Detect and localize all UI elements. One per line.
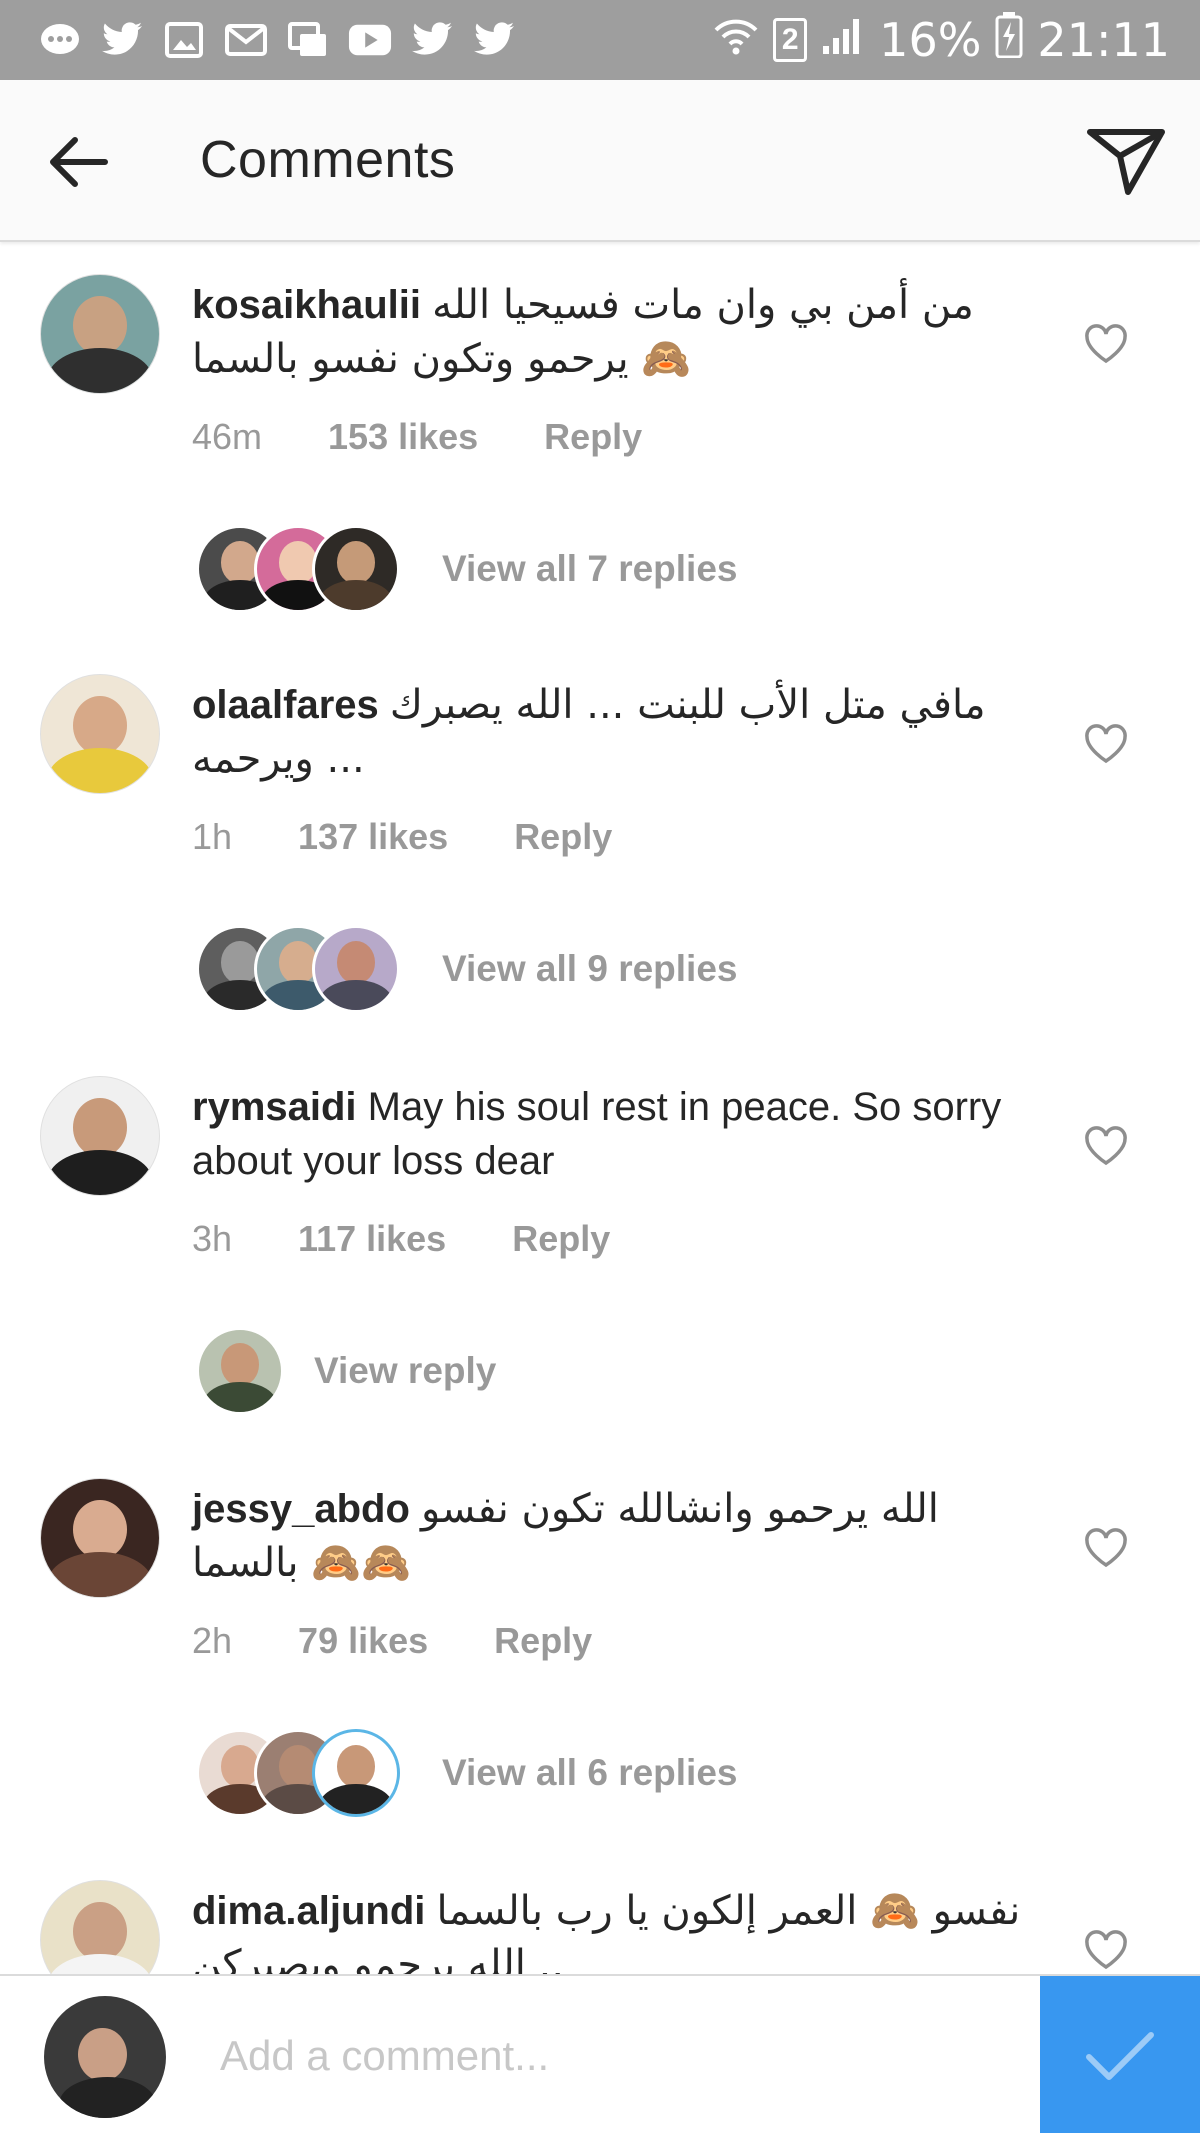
system-status: 2 16% 21:11 (713, 10, 1170, 70)
avatar[interactable] (40, 1880, 160, 1974)
twitter-icon (100, 20, 144, 60)
comment-time: 2h (192, 1620, 233, 1661)
view-replies-row[interactable]: View all 7 replies (196, 524, 738, 614)
battery-charging-icon (995, 11, 1023, 69)
comment-username[interactable]: olaalfares (192, 683, 379, 727)
view-replies-link[interactable]: View all 6 replies (442, 1752, 738, 1794)
comment-likes[interactable]: 117 likes (298, 1218, 446, 1260)
messenger-icon (38, 20, 82, 60)
share-button[interactable] (1084, 120, 1168, 204)
comment-time: 1h (192, 816, 233, 857)
view-replies-link[interactable]: View all 9 replies (442, 948, 738, 990)
avatar[interactable] (40, 674, 160, 794)
view-replies-row[interactable]: View all 9 replies (196, 924, 738, 1014)
comment-text: jessy_abdo الله يرحمو وانشالله تكون نفسو… (192, 1482, 1042, 1590)
notification-icons (38, 16, 516, 64)
comment-username[interactable]: rymsaidi (192, 1085, 357, 1129)
comment-meta: 3h 117 likes Reply (192, 1218, 610, 1260)
battery-percentage: 16% (879, 13, 982, 67)
comment-username[interactable]: kosaikhaulii (192, 283, 421, 327)
mail-icon (224, 20, 268, 60)
signal-icon (821, 13, 865, 67)
clock: 21:11 (1037, 13, 1170, 67)
comment-input[interactable] (220, 2016, 1020, 2096)
reply-avatars (196, 925, 400, 1013)
paper-plane-icon (1087, 129, 1165, 195)
avatar[interactable] (40, 1076, 160, 1196)
comment-likes[interactable]: 153 likes (328, 416, 478, 458)
checkmark-icon (1086, 2031, 1154, 2080)
post-comment-button[interactable] (1040, 1976, 1200, 2133)
heart-outline-icon[interactable] (1084, 1126, 1128, 1166)
heart-outline-icon[interactable] (1084, 724, 1128, 764)
comment-text: kosaikhaulii من أمن بي وان مات فسيحيا ال… (192, 278, 1042, 386)
screenshot-icon (286, 20, 330, 60)
reply-avatars (196, 1327, 284, 1415)
view-replies-link[interactable]: View reply (314, 1350, 496, 1392)
page-title: Comments (200, 131, 456, 189)
reply-button[interactable]: Reply (494, 1620, 592, 1662)
sim-icon: 2 (773, 18, 808, 62)
comment-composer (0, 1974, 1200, 2133)
avatar (312, 1729, 400, 1817)
comment-time: 46m (192, 416, 263, 457)
youtube-icon (348, 20, 392, 60)
comment-text: rymsaidi May his soul rest in peace. So … (192, 1080, 1042, 1188)
reply-avatars (196, 525, 400, 613)
avatar (196, 1327, 284, 1415)
avatar (312, 925, 400, 1013)
comments-list: kosaikhaulii من أمن بي وان مات فسيحيا ال… (0, 244, 1200, 1974)
comments-header: Comments (0, 80, 1200, 242)
view-replies-row[interactable]: View reply (196, 1326, 496, 1416)
heart-outline-icon[interactable] (1084, 1528, 1128, 1568)
avatar[interactable] (40, 274, 160, 394)
back-button[interactable] (40, 124, 116, 200)
heart-outline-icon[interactable] (1084, 324, 1128, 364)
status-bar: 2 16% 21:11 (0, 0, 1200, 80)
comment-username[interactable]: jessy_abdo (192, 1487, 410, 1531)
comment-text: olaalfares مافي متل الأب للبنت ... الله … (192, 678, 1042, 786)
gallery-icon (162, 20, 206, 60)
comment-likes[interactable]: 79 likes (298, 1620, 428, 1662)
view-replies-row[interactable]: View all 6 replies (196, 1728, 738, 1818)
comment-meta: 1h 137 likes Reply (192, 816, 612, 858)
comment-text: dima.aljundi نفسو 🙈 العمر إلكون يا رب با… (192, 1884, 1042, 1974)
reply-button[interactable]: Reply (512, 1218, 610, 1260)
heart-outline-icon[interactable] (1084, 1930, 1128, 1970)
comment-meta: 46m 153 likes Reply (192, 416, 642, 458)
avatar (44, 1996, 166, 2118)
comment-likes[interactable]: 137 likes (298, 816, 448, 858)
reply-button[interactable]: Reply (514, 816, 612, 858)
comment-username[interactable]: dima.aljundi (192, 1889, 425, 1933)
view-replies-link[interactable]: View all 7 replies (442, 548, 738, 590)
comment-meta: 2h 79 likes Reply (192, 1620, 592, 1662)
reply-button[interactable]: Reply (544, 416, 642, 458)
wifi-icon (713, 13, 759, 67)
reply-avatars (196, 1729, 400, 1817)
comment-time: 3h (192, 1218, 233, 1259)
avatar (312, 525, 400, 613)
avatar[interactable] (40, 1478, 160, 1598)
arrow-left-icon (50, 137, 108, 187)
twitter-icon-3 (472, 20, 516, 60)
twitter-icon-2 (410, 20, 454, 60)
